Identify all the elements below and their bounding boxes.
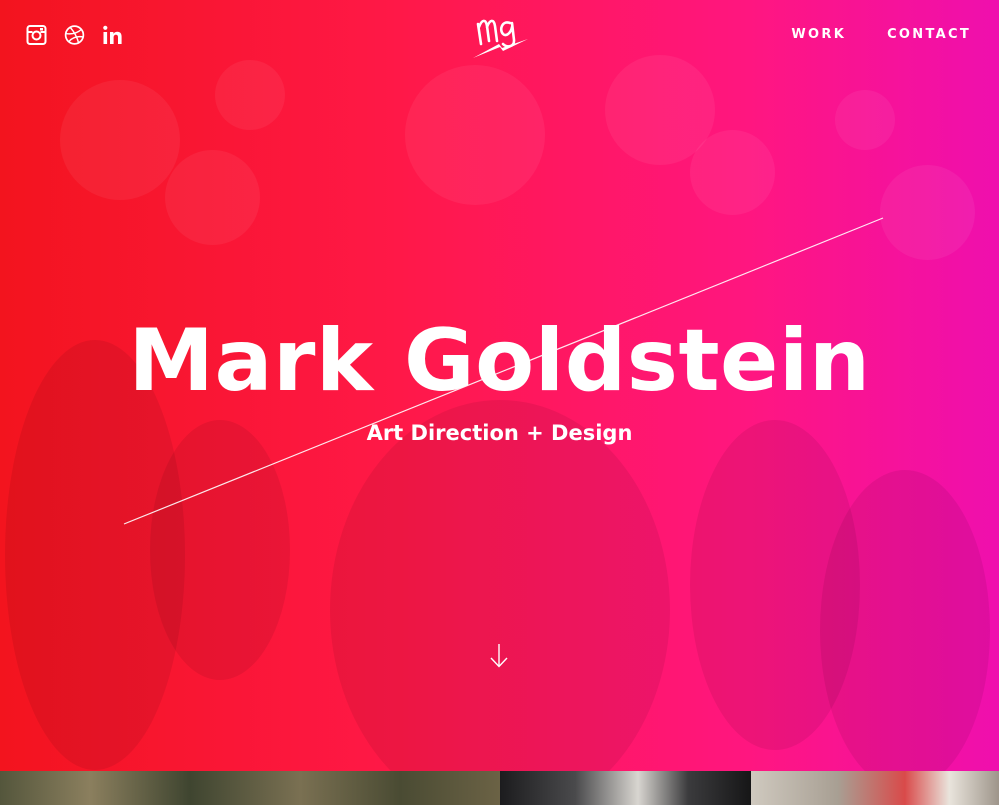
portfolio-strip <box>0 771 999 805</box>
nav-link-contact[interactable]: CONTACT <box>887 27 971 42</box>
crowd-silhouette <box>820 470 990 771</box>
nav-link-work[interactable]: WORK <box>791 27 846 42</box>
logo-icon[interactable]: mg <box>470 14 532 60</box>
lantern-shape <box>690 130 775 215</box>
outdoor-photo-thumbnail[interactable] <box>0 771 500 805</box>
instagram-icon[interactable] <box>26 24 47 46</box>
lantern-shape <box>880 165 975 260</box>
crowd-silhouette <box>150 420 290 680</box>
portrait-photo-thumbnail[interactable] <box>500 771 751 805</box>
lantern-shape <box>165 150 260 245</box>
lantern-shape <box>60 80 180 200</box>
linkedin-icon[interactable] <box>102 24 123 46</box>
arrow-down-icon[interactable] <box>488 642 510 670</box>
product-photo-thumbnail[interactable] <box>751 771 999 805</box>
lantern-shape <box>215 60 285 130</box>
hero-subtitle: Art Direction + Design <box>366 421 633 445</box>
hero-section: mg WORK CONTACT Mark Goldstein Art Direc… <box>0 0 999 771</box>
lantern-shape <box>835 90 895 150</box>
main-nav: WORK CONTACT <box>791 27 971 42</box>
social-links <box>26 24 123 46</box>
lantern-shape <box>405 65 545 205</box>
crowd-silhouette <box>330 400 670 771</box>
dribbble-icon[interactable] <box>64 24 85 46</box>
hero-title: Mark Goldstein <box>128 311 871 411</box>
